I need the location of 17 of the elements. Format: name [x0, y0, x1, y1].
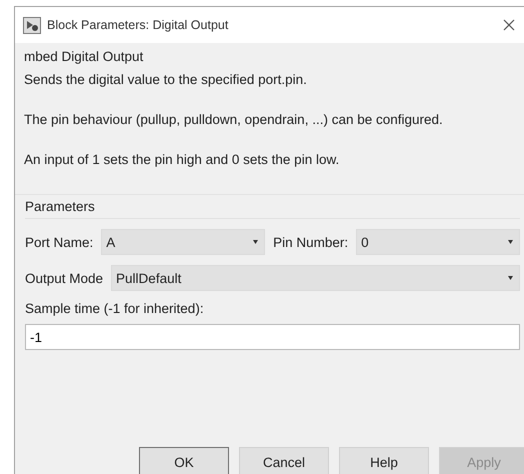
description-text: An input of 1 sets the pin high and 0 sets the pin low.: [24, 151, 340, 169]
field-label: Pin Number:: [273, 234, 348, 250]
window-title: Block Parameters: Digital Output: [47, 18, 230, 32]
field-label: Output Mode: [25, 270, 104, 286]
input-field[interactable]: -1: [25, 324, 520, 350]
dropdown-field[interactable]: 0: [356, 229, 520, 255]
dialog-button[interactable]: Help: [339, 447, 429, 474]
dialog-button[interactable]: OK: [139, 447, 229, 474]
block-name: mbed Digital Output: [24, 49, 144, 64]
description-text: Sends the digital value to the specified port.pin.: [24, 71, 308, 89]
description-text: The pin behaviour (pullup, pulldown, opendrain, ...) can be configured.: [24, 111, 444, 129]
field-label: Port Name:: [25, 234, 94, 250]
parameters-heading: Parameters: [25, 199, 520, 219]
dropdown-field[interactable]: A: [101, 229, 266, 255]
field-label: Sample time (-1 for inherited):: [25, 301, 205, 316]
dropdown-field[interactable]: PullDefault: [111, 265, 520, 291]
dialog-button[interactable]: Cancel: [239, 447, 329, 474]
